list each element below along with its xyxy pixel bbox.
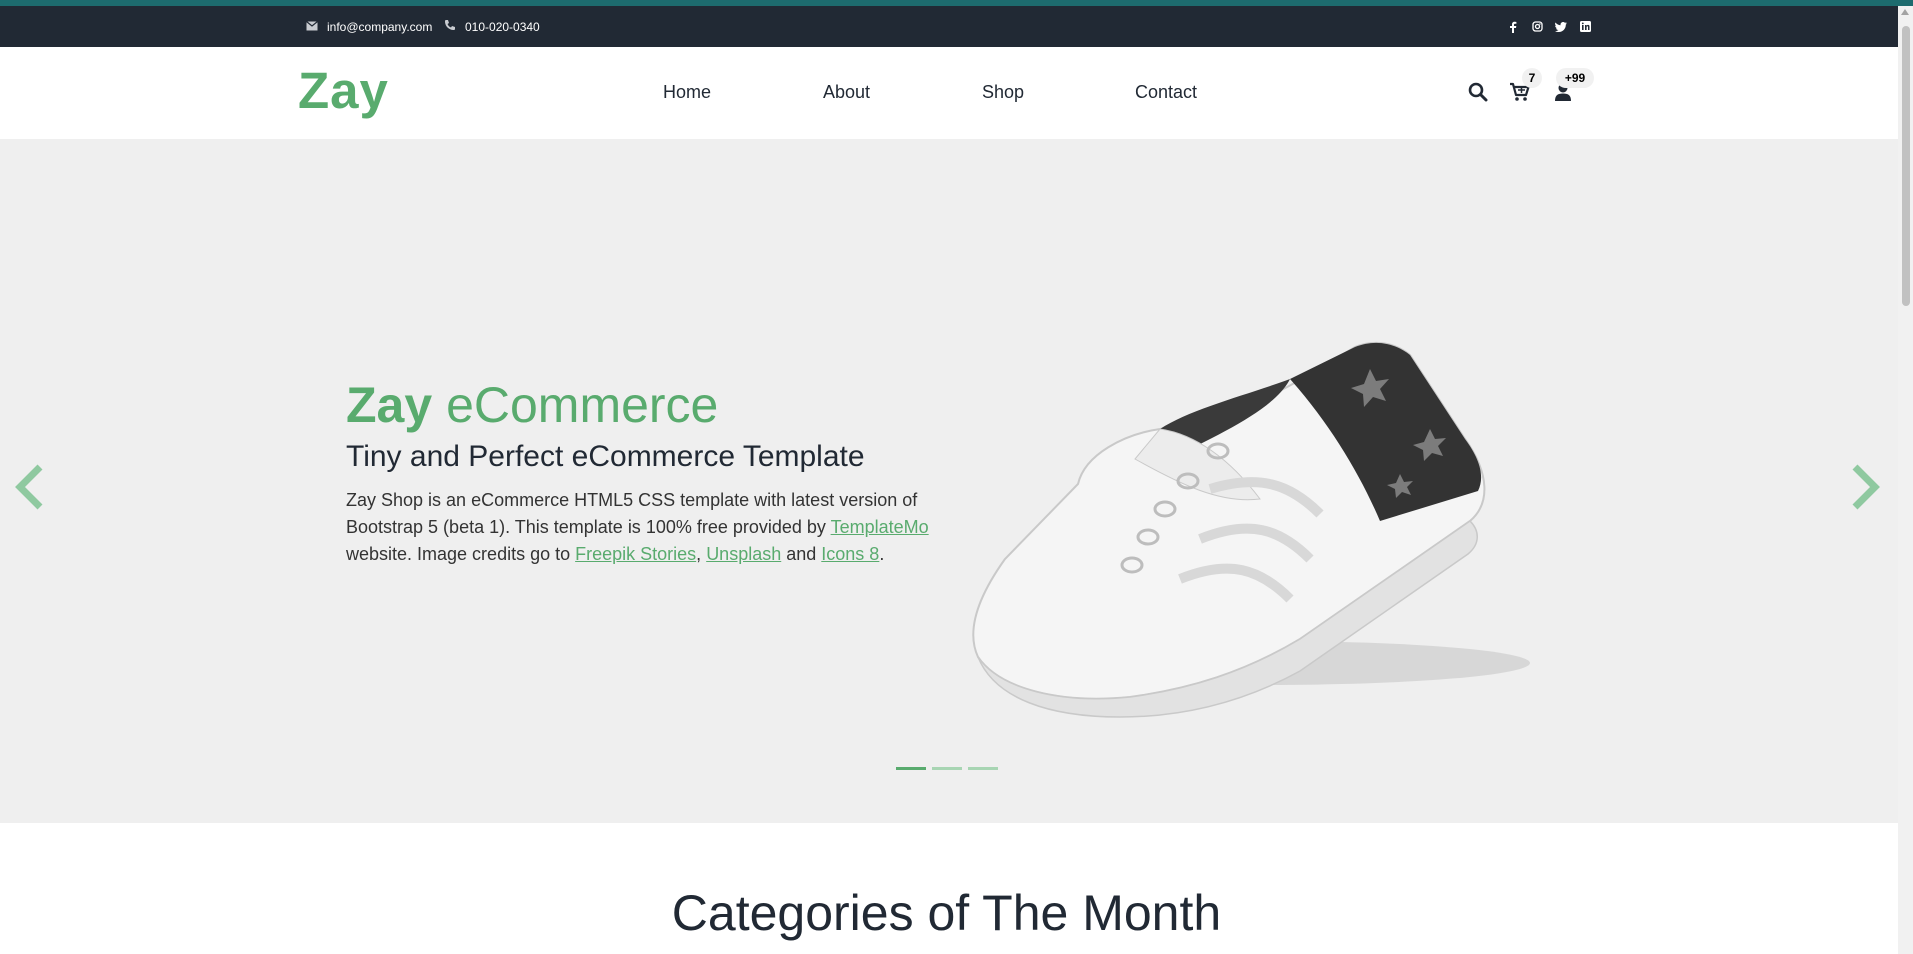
brand-logo[interactable]: Zay	[298, 61, 389, 120]
desc-comma: ,	[696, 544, 707, 564]
templatemo-link[interactable]: TemplateMo	[831, 517, 929, 537]
main-navbar: Zay Home About Shop Contact 7 +99	[0, 47, 1898, 139]
hero-title-bold: Zay	[346, 377, 433, 433]
carousel-indicators	[896, 767, 998, 770]
carousel-indicator-3[interactable]	[968, 767, 998, 770]
phone-contact[interactable]: 010-020-0340	[444, 6, 540, 47]
phone-icon	[444, 19, 456, 34]
search-icon[interactable]	[1465, 79, 1491, 105]
desc-part-2: website. Image credits go to	[346, 544, 576, 564]
categories-title: Categories of The Month	[671, 885, 1222, 941]
nav-shop[interactable]: Shop	[982, 82, 1024, 103]
scrollbar-thumb[interactable]	[1902, 26, 1910, 306]
freepik-link[interactable]: Freepik Stories	[575, 544, 696, 564]
instagram-icon[interactable]	[1531, 21, 1543, 33]
social-links	[1507, 6, 1591, 47]
icons8-link[interactable]: Icons 8	[821, 544, 879, 564]
hero-subtitle: Tiny and Perfect eCommerce Template	[346, 440, 865, 473]
email-text[interactable]: info@company.com	[327, 20, 432, 34]
nav-about[interactable]: About	[823, 82, 870, 103]
email-contact[interactable]: info@company.com	[306, 6, 432, 47]
chevron-left-icon	[15, 464, 43, 510]
sneaker-image	[972, 341, 1530, 718]
user-count-badge: +99	[1556, 68, 1594, 88]
scroll-up-arrow-icon[interactable]	[1901, 9, 1909, 15]
twitter-icon[interactable]	[1555, 21, 1567, 33]
nav-home[interactable]: Home	[663, 82, 711, 103]
carousel-indicator-1[interactable]	[896, 767, 926, 770]
desc-end: .	[879, 544, 885, 564]
carousel-prev-button[interactable]	[8, 457, 48, 517]
phone-text[interactable]: 010-020-0340	[465, 20, 540, 34]
chevron-right-icon	[1852, 464, 1880, 510]
hero-title-light: eCommerce	[432, 377, 719, 433]
envelope-icon	[306, 20, 318, 34]
page-scrollbar[interactable]	[1898, 6, 1913, 954]
top-contact-bar: info@company.com 010-020-0340	[0, 6, 1898, 47]
linkedin-icon[interactable]	[1579, 21, 1591, 33]
hero-description: Zay Shop is an eCommerce HTML5 CSS templ…	[346, 487, 946, 568]
desc-and: and	[781, 544, 822, 564]
cart-count-badge: 7	[1522, 68, 1542, 88]
hero-carousel: Zay eCommerce Tiny and Perfect eCommerce…	[0, 139, 1898, 823]
facebook-icon[interactable]	[1507, 21, 1519, 33]
carousel-next-button[interactable]	[1847, 457, 1887, 517]
unsplash-link[interactable]: Unsplash	[706, 544, 781, 564]
carousel-indicator-2[interactable]	[932, 767, 962, 770]
hero-title: Zay eCommerce	[346, 376, 718, 434]
nav-contact[interactable]: Contact	[1135, 82, 1197, 103]
